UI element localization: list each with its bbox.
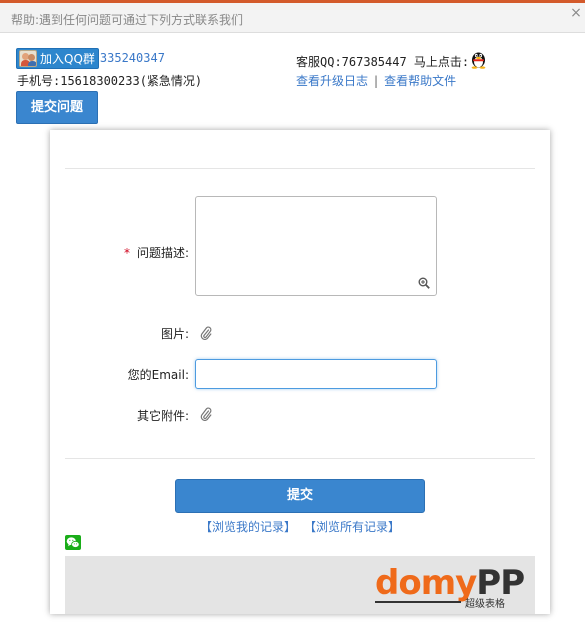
my-records-link[interactable]: 【浏览我的记录】 [200, 520, 296, 534]
join-qq-group-button[interactable]: 加入QQ群 [16, 47, 99, 69]
qq-group-number[interactable]: 335240347 [100, 51, 165, 65]
qq-group-contact: 加入QQ群 335240347 [16, 47, 165, 69]
attachment-label: 其它附件: [136, 409, 189, 423]
join-qq-group-label: 加入QQ群 [40, 51, 95, 66]
paperclip-icon[interactable] [200, 407, 212, 421]
zoom-icon[interactable] [418, 277, 430, 289]
divider [65, 168, 535, 169]
wechat-icon[interactable] [65, 535, 81, 550]
brand-banner: domyPP 超级表格 [65, 556, 535, 614]
help-file-link[interactable]: 查看帮助文件 [384, 74, 456, 88]
submit-issue-button[interactable]: 提交问题 [16, 91, 98, 124]
divider [65, 458, 535, 459]
upgrade-log-link[interactable]: 查看升级日志 [296, 74, 368, 88]
issue-form-panel: * 问题描述: 图片: 您的Email: 其它附件: 提交 【浏览我的记录】 【浏览… [50, 130, 550, 614]
close-icon[interactable]: × [569, 6, 583, 20]
help-links: 查看升级日志 | 查看帮助文件 [296, 72, 456, 89]
domypp-logo: domyPP 超级表格 [375, 563, 525, 610]
description-textarea[interactable] [195, 196, 437, 296]
phone-number: 手机号:15618300233(紧急情况) [17, 74, 203, 88]
image-label: 图片: [160, 327, 189, 341]
service-qq: 客服QQ:767385447 马上点击: [296, 51, 487, 71]
required-mark: * [123, 246, 130, 260]
logo-tagline: 超级表格 [465, 599, 505, 610]
paperclip-icon[interactable] [200, 326, 212, 340]
logo-underline [375, 601, 461, 603]
email-field[interactable] [195, 359, 437, 389]
description-label: 问题描述: [136, 246, 189, 260]
link-separator: | [374, 74, 379, 88]
all-records-link[interactable]: 【浏览所有记录】 [310, 520, 400, 534]
dialog-title: 帮助:遇到任何问题可通过下列方式联系我们 [11, 13, 244, 27]
service-qq-text: 客服QQ:767385447 马上点击: [296, 54, 470, 69]
title-bar: 帮助:遇到任何问题可通过下列方式联系我们 × [0, 3, 585, 33]
email-label: 您的Email: [127, 368, 189, 382]
qq-penguin-icon[interactable] [470, 49, 487, 69]
submit-button[interactable]: 提交 [175, 479, 425, 513]
description-label-row: * 问题描述: [124, 244, 189, 261]
record-links: 【浏览我的记录】 【浏览所有记录】 [200, 518, 400, 535]
qq-group-icon [19, 49, 37, 67]
